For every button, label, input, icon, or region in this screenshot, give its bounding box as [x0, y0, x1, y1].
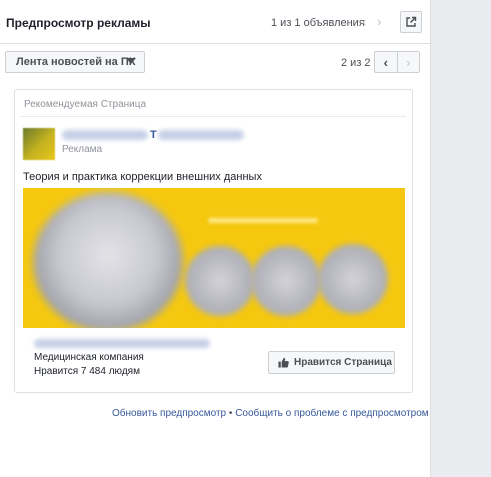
next-ad-arrow-icon[interactable]: ›	[377, 15, 381, 29]
external-link-icon	[406, 16, 417, 27]
page-name-blurred[interactable]	[62, 130, 148, 140]
creative-photo-1	[185, 246, 255, 316]
card-divider	[20, 116, 406, 117]
panel-title: Предпросмотр рекламы	[6, 16, 151, 30]
creative-portrait	[33, 192, 183, 328]
page-name-letter[interactable]: Т	[150, 129, 157, 141]
thumbs-up-icon	[278, 357, 289, 368]
next-page-button[interactable]: ›	[398, 52, 420, 72]
page-likes-count: Нравится 7 484 людям	[34, 366, 140, 377]
placement-pager: ‹ ›	[374, 51, 420, 73]
prev-page-button[interactable]: ‹	[375, 52, 398, 72]
links-separator: •	[228, 408, 233, 419]
header-divider	[0, 43, 430, 44]
like-page-button[interactable]: Нравится Страница	[268, 351, 395, 374]
ad-primary-text: Теория и практика коррекции внешних данн…	[23, 171, 262, 183]
refresh-preview-link[interactable]: Обновить предпросмотр	[112, 408, 226, 419]
sponsored-label: Реклама	[62, 144, 103, 155]
page-category: Медицинская компания	[34, 352, 144, 363]
prev-ad-arrow-icon[interactable]: ‹	[362, 15, 366, 29]
recommended-page-label: Рекомендуемая Страница	[24, 99, 147, 110]
report-problem-link[interactable]: Сообщить о проблеме с предпросмотром	[235, 408, 429, 419]
page-avatar[interactable]	[23, 128, 55, 160]
ad-counter: 1 из 1 объявления	[271, 17, 365, 29]
open-external-button[interactable]	[400, 11, 422, 33]
placement-selected: Лента новостей на ПК	[16, 56, 136, 68]
preview-footer-links: Обновить предпросмотр • Сообщить о пробл…	[112, 408, 429, 419]
placement-page-counter: 2 из 2	[341, 57, 371, 69]
placement-dropdown[interactable]: Лента новостей на ПК	[5, 51, 145, 73]
page-name-blurred-tail[interactable]	[158, 130, 244, 140]
caret-down-icon	[126, 58, 136, 64]
ad-creative-image[interactable]	[23, 188, 405, 328]
creative-blurred-text	[208, 218, 318, 223]
creative-photo-2	[251, 246, 321, 316]
ad-preview-panel: Предпросмотр рекламы 1 из 1 объявления ‹…	[0, 0, 431, 477]
page-name-blurred-footer[interactable]	[34, 339, 210, 348]
creative-photo-3	[318, 244, 388, 314]
like-page-label: Нравится Страница	[294, 357, 392, 368]
